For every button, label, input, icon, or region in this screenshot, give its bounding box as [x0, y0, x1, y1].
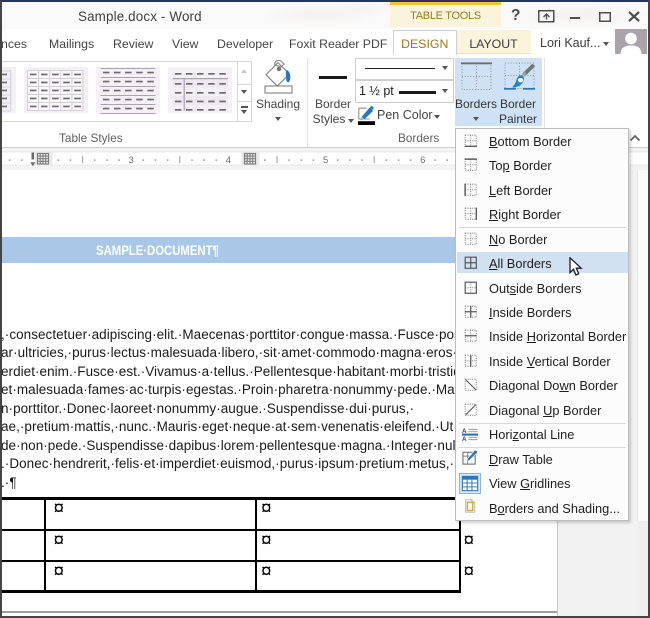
svg-text:6: 6: [420, 155, 425, 166]
svg-text:3: 3: [129, 155, 134, 166]
svg-text:5: 5: [323, 155, 328, 166]
svg-text:4: 4: [226, 155, 231, 166]
svg-text:A: A: [462, 435, 467, 440]
